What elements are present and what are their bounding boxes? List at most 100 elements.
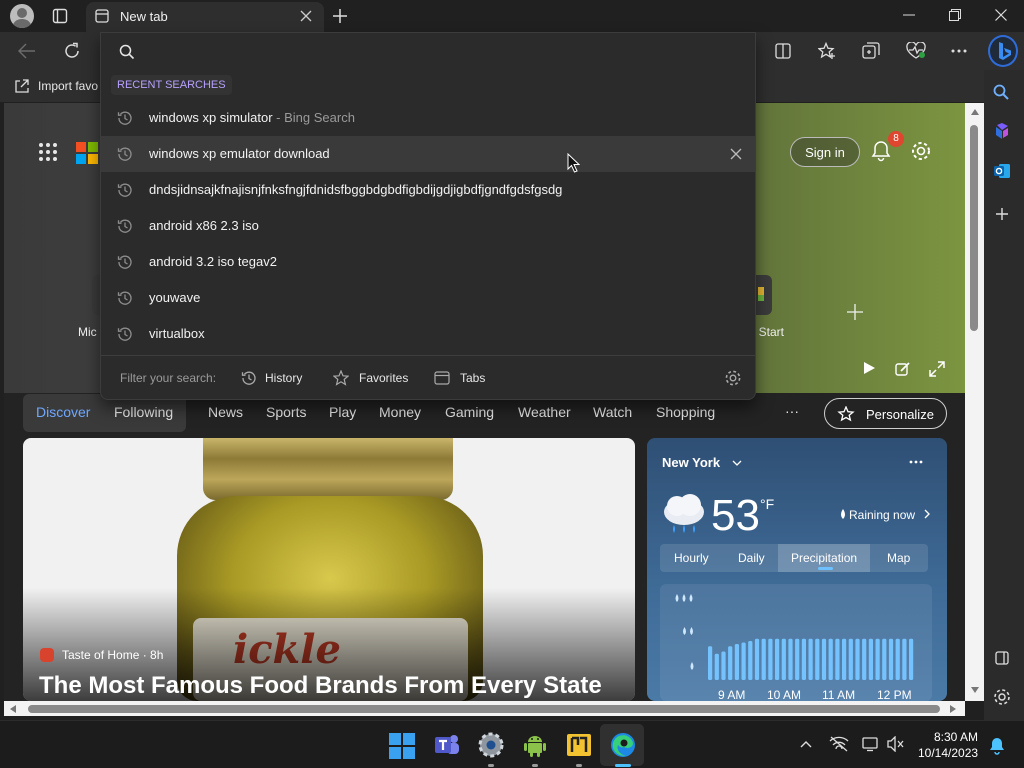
weather-more-icon[interactable]: [909, 460, 923, 464]
add-sidebar-app-icon[interactable]: [995, 207, 1009, 221]
back-arrow-icon[interactable]: [18, 43, 36, 59]
import-favorites-link[interactable]: Import favo: [38, 79, 98, 93]
minimize-icon[interactable]: [903, 14, 915, 16]
recent-search-item[interactable]: virtualbox: [101, 316, 755, 352]
star-icon: [333, 370, 349, 386]
show-hidden-icons-chevron-up-icon[interactable]: [800, 740, 812, 748]
precip-bar: [842, 638, 847, 680]
edit-background-icon[interactable]: [895, 361, 911, 377]
weather-card[interactable]: New York 53 °F Raining now Hourly Daily …: [647, 438, 947, 701]
city-chevron-down-icon[interactable]: [732, 460, 742, 466]
recent-searches-header: RECENT SEARCHES: [111, 75, 232, 95]
notifications-bell-taskbar-icon[interactable]: [989, 737, 1005, 755]
hide-sidebar-icon[interactable]: [995, 651, 1009, 665]
tab-actions-icon[interactable]: [52, 8, 68, 24]
time-label-9am: 9 AM: [718, 688, 746, 701]
filter-history-button[interactable]: History: [241, 369, 302, 387]
nav-news[interactable]: News: [208, 404, 243, 420]
recent-search-item[interactable]: android x86 2.3 iso: [101, 208, 755, 244]
dropdown-settings-gear-icon[interactable]: [724, 369, 742, 387]
weather-tab-hourly[interactable]: Hourly: [674, 551, 709, 565]
recent-search-item[interactable]: windows xp simulator - Bing Search: [101, 100, 755, 136]
weather-tab-daily[interactable]: Daily: [738, 551, 765, 565]
nav-gaming[interactable]: Gaming: [445, 404, 494, 420]
favorites-star-icon[interactable]: [818, 42, 836, 60]
address-bar-input[interactable]: [145, 39, 735, 65]
filter-favorites-button[interactable]: Favorites: [333, 369, 408, 387]
quicklink-tile-right[interactable]: [756, 275, 772, 315]
filter-tabs-button[interactable]: Tabs: [434, 369, 485, 387]
outlook-sidebar-icon[interactable]: [993, 162, 1011, 180]
horizontal-scrollbar[interactable]: [4, 701, 965, 716]
close-tab-icon[interactable]: [300, 10, 312, 22]
nav-money[interactable]: Money: [379, 404, 421, 420]
clock-time[interactable]: 8:30 AM: [934, 730, 978, 744]
edge-browser-icon[interactable]: [609, 731, 637, 759]
network-disconnected-icon[interactable]: [829, 736, 849, 752]
nav-sports[interactable]: Sports: [266, 404, 306, 420]
sign-in-button[interactable]: Sign in: [790, 137, 860, 167]
recent-search-item[interactable]: dndsjidnsajkfnajisnjfnksfngjfdnidsfbggbd…: [101, 172, 755, 208]
collections-icon[interactable]: [862, 42, 880, 60]
settings-more-icon[interactable]: [951, 49, 967, 53]
play-background-icon[interactable]: [862, 361, 876, 375]
copilot-sidebar-icon[interactable]: [993, 122, 1011, 140]
search-icon: [119, 44, 135, 60]
settings-gear-taskbar-icon[interactable]: [477, 731, 505, 759]
clock-date[interactable]: 10/14/2023: [918, 746, 978, 760]
tab-following[interactable]: Following: [114, 404, 173, 420]
vertical-scrollbar[interactable]: [965, 103, 984, 701]
browser-essentials-icon[interactable]: [906, 42, 926, 60]
personalize-button[interactable]: Personalize: [824, 398, 947, 429]
nav-watch[interactable]: Watch: [593, 404, 632, 420]
nav-shopping[interactable]: Shopping: [656, 404, 715, 420]
restore-icon[interactable]: [949, 9, 961, 21]
android-icon[interactable]: [521, 731, 549, 759]
status-chevron-right-icon[interactable]: [924, 509, 930, 519]
file-app-icon[interactable]: [565, 731, 593, 759]
precip-bar: [828, 638, 833, 680]
precip-bar: [781, 638, 786, 680]
display-icon[interactable]: [862, 736, 878, 752]
recent-search-source: - Bing Search: [272, 110, 355, 125]
precip-bar: [895, 638, 900, 680]
precip-bar: [768, 638, 773, 680]
split-screen-icon[interactable]: [775, 43, 791, 59]
volume-muted-icon[interactable]: [887, 736, 905, 752]
article-card[interactable]: ickle Taste of Home · 8h The Most Famous…: [23, 438, 635, 701]
history-clock-icon: [241, 370, 257, 386]
weather-tab-map[interactable]: Map: [887, 551, 910, 565]
nav-more-button[interactable]: ···: [785, 403, 799, 419]
fullscreen-background-icon[interactable]: [929, 361, 945, 377]
close-window-icon[interactable]: [995, 9, 1007, 21]
windows-start-icon[interactable]: [389, 733, 415, 759]
recent-search-item[interactable]: youwave: [101, 280, 755, 316]
remove-suggestion-icon[interactable]: [730, 148, 742, 160]
bing-copilot-icon[interactable]: [988, 35, 1018, 67]
weather-tab-precipitation[interactable]: Precipitation: [791, 551, 857, 565]
filter-tabs-label: Tabs: [460, 371, 486, 385]
vertical-scroll-thumb[interactable]: [970, 125, 978, 331]
new-tab-icon[interactable]: [332, 8, 348, 24]
sidebar-settings-icon[interactable]: [993, 688, 1011, 706]
microsoft-logo-icon: [76, 142, 98, 164]
recent-search-item[interactable]: android 3.2 iso tegav2: [101, 244, 755, 280]
history-clock-icon: [117, 218, 133, 234]
page-settings-gear-icon[interactable]: [910, 140, 932, 162]
tab-new-tab[interactable]: New tab: [86, 2, 324, 32]
nav-weather[interactable]: Weather: [518, 404, 571, 420]
refresh-icon[interactable]: [63, 42, 81, 60]
profile-avatar[interactable]: [10, 4, 34, 28]
tab-discover[interactable]: Discover: [36, 404, 90, 420]
search-sidebar-icon[interactable]: [993, 84, 1009, 100]
apps-grid-icon[interactable]: [38, 142, 58, 162]
precip-bar: [714, 653, 719, 680]
add-quicklink-icon[interactable]: [846, 303, 864, 321]
weather-city[interactable]: New York: [662, 455, 720, 470]
nav-play[interactable]: Play: [329, 404, 356, 420]
article-title[interactable]: The Most Famous Food Brands From Every S…: [39, 672, 602, 700]
horizontal-scroll-thumb[interactable]: [28, 705, 940, 713]
teams-icon[interactable]: [433, 731, 461, 759]
precip-bar: [734, 644, 739, 680]
recent-search-item-hovered[interactable]: windows xp emulator download: [101, 136, 755, 172]
